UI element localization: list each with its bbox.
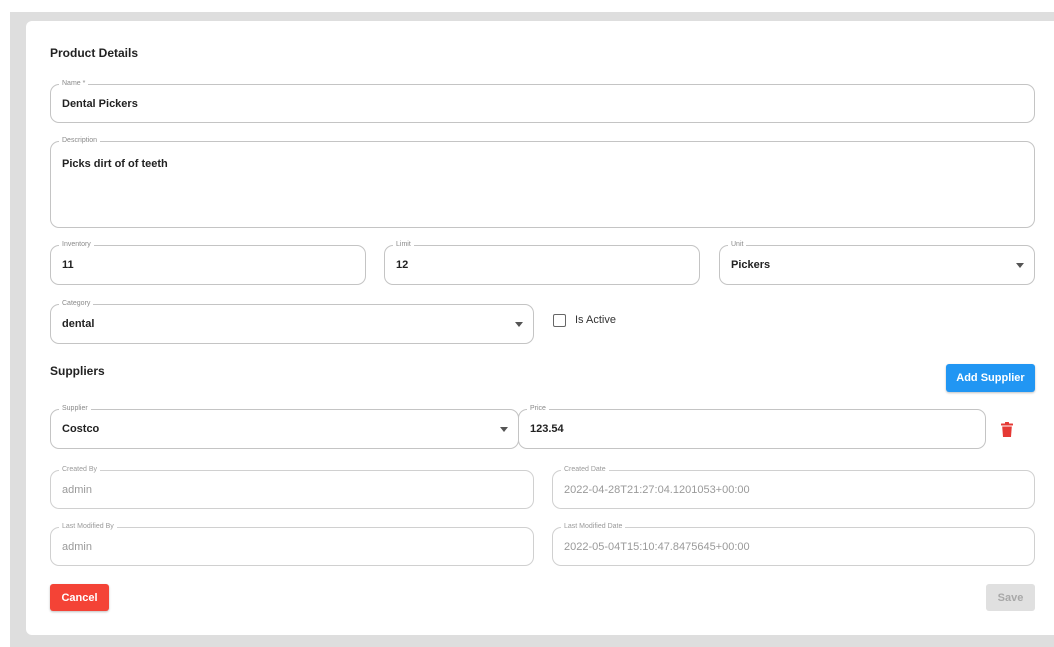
created-by-value: admin bbox=[62, 483, 92, 496]
section-title-product-details: Product Details bbox=[50, 46, 139, 60]
name-label: Name * bbox=[59, 79, 89, 89]
last-modified-date-field: Last Modified Date 2022-05-04T15:10:47.8… bbox=[552, 522, 1035, 566]
product-form-card: Product Details Name * Dental Pickers De… bbox=[26, 21, 1054, 635]
created-date-field: Created Date 2022-04-28T21:27:04.1201053… bbox=[552, 465, 1035, 509]
last-modified-by-label: Last Modified By bbox=[59, 522, 117, 532]
supplier-select[interactable]: Supplier Costco bbox=[50, 404, 519, 449]
description-field[interactable]: Description Picks dirt of of teeth bbox=[50, 136, 1035, 228]
created-date-label: Created Date bbox=[561, 465, 609, 475]
trash-icon[interactable] bbox=[1000, 422, 1014, 438]
chevron-down-icon bbox=[500, 427, 508, 432]
last-modified-date-value: 2022-05-04T15:10:47.8475645+00:00 bbox=[564, 540, 750, 553]
category-label: Category bbox=[59, 299, 94, 309]
unit-select[interactable]: Unit Pickers bbox=[719, 240, 1035, 285]
unit-value: Pickers bbox=[731, 259, 771, 271]
cancel-button[interactable]: Cancel bbox=[50, 584, 109, 611]
unit-label: Unit bbox=[728, 240, 747, 250]
limit-value: 12 bbox=[396, 259, 409, 271]
inventory-label: Inventory bbox=[59, 240, 94, 250]
created-by-label: Created By bbox=[59, 465, 101, 475]
is-active-checkbox[interactable] bbox=[553, 314, 566, 327]
description-label: Description bbox=[59, 136, 101, 146]
description-value: Picks dirt of of teeth bbox=[62, 158, 168, 170]
supplier-value: Costco bbox=[62, 423, 100, 435]
add-supplier-button[interactable]: Add Supplier bbox=[946, 364, 1035, 392]
save-button[interactable]: Save bbox=[986, 584, 1035, 611]
name-value: Dental Pickers bbox=[62, 97, 138, 110]
is-active-label: Is Active bbox=[575, 314, 616, 326]
chevron-down-icon bbox=[1016, 263, 1024, 268]
category-select[interactable]: Category dental bbox=[50, 299, 534, 344]
price-value: 123.54 bbox=[530, 423, 564, 435]
name-field[interactable]: Name * Dental Pickers bbox=[50, 79, 1035, 123]
inventory-field[interactable]: Inventory 11 bbox=[50, 240, 366, 285]
section-title-suppliers: Suppliers bbox=[50, 364, 105, 378]
price-field[interactable]: Price 123.54 bbox=[518, 404, 986, 449]
limit-label: Limit bbox=[393, 240, 414, 250]
inventory-value: 11 bbox=[62, 259, 74, 271]
supplier-label: Supplier bbox=[59, 404, 91, 414]
created-by-field: Created By admin bbox=[50, 465, 534, 509]
price-label: Price bbox=[527, 404, 549, 414]
last-modified-date-label: Last Modified Date bbox=[561, 522, 626, 532]
last-modified-by-value: admin bbox=[62, 540, 92, 553]
limit-field[interactable]: Limit 12 bbox=[384, 240, 700, 285]
chevron-down-icon bbox=[515, 322, 523, 327]
created-date-value: 2022-04-28T21:27:04.1201053+00:00 bbox=[564, 483, 750, 496]
category-value: dental bbox=[62, 318, 95, 330]
last-modified-by-field: Last Modified By admin bbox=[50, 522, 534, 566]
